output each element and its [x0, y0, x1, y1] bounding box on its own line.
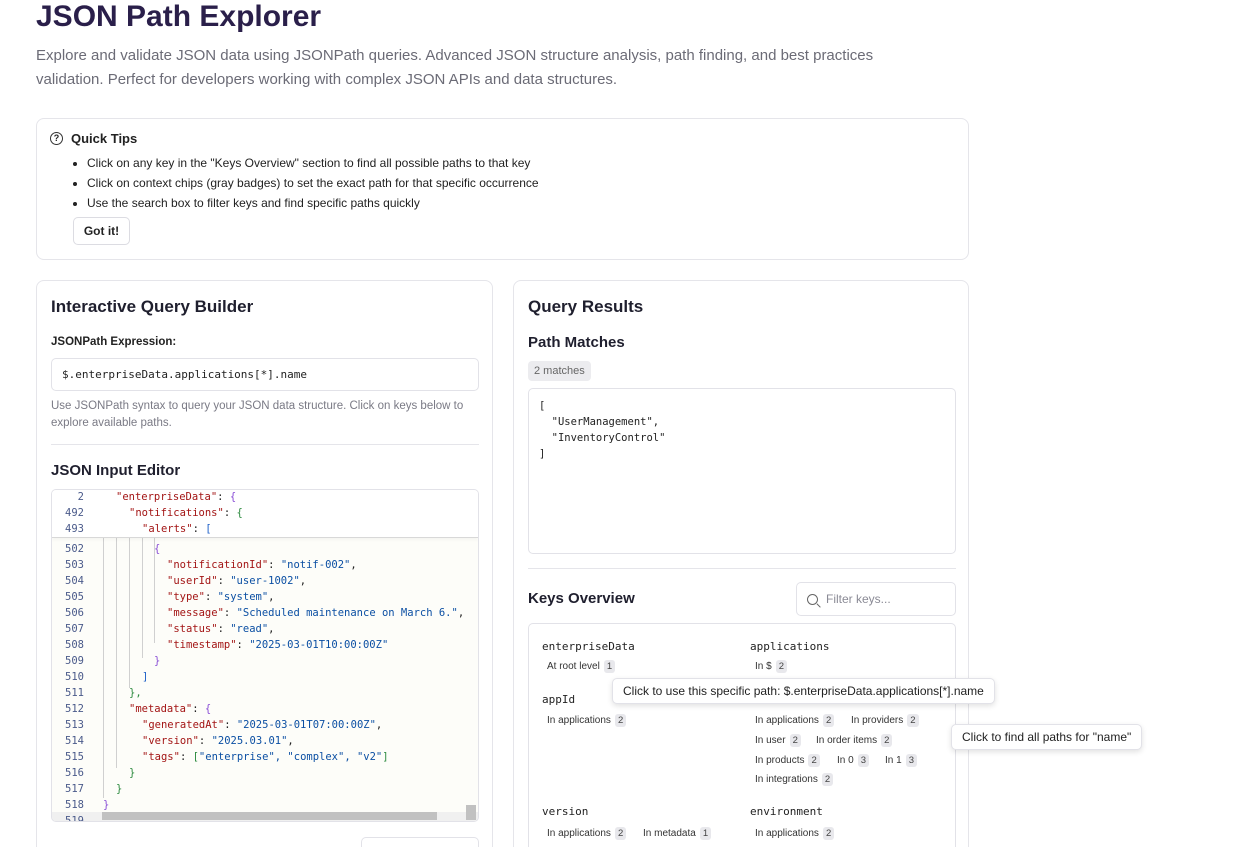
context-chip[interactable]: In $ 2	[750, 658, 792, 674]
matches-count-badge: 2 matches	[528, 361, 591, 381]
jsonpath-help-text: Use JSONPath syntax to query your JSON d…	[51, 400, 464, 429]
jsonpath-expression-label: JSONPath Expression:	[51, 336, 177, 348]
filter-keys-placeholder: Filter keys...	[826, 592, 891, 606]
jsonpath-expression-input[interactable]: $.enterpriseData.applications[*].name	[51, 358, 479, 391]
code-line: 510]	[65, 671, 149, 683]
json-code-editor[interactable]: 2 "enterpriseData": {492 "notifications": …	[51, 489, 479, 822]
context-chip[interactable]: In 0 3	[832, 752, 874, 768]
key-enterpriseData[interactable]: enterpriseData	[542, 640, 635, 653]
code-line: 504 "userId": "user-1002",	[65, 575, 307, 587]
json-input-editor-title: JSON Input Editor	[51, 462, 181, 479]
code-line: 509}	[65, 655, 161, 667]
editor-action-button[interactable]	[361, 837, 479, 847]
context-chip[interactable]: In 1 3	[880, 752, 922, 768]
query-builder-card: Interactive Query Builder JSONPath Expre…	[36, 280, 493, 847]
code-line-sticky: 493 "alerts": [	[52, 521, 478, 537]
key-appId[interactable]: appId	[542, 693, 575, 706]
code-line: 516}	[65, 767, 136, 779]
code-line: 518}	[65, 799, 110, 811]
query-builder-title: Interactive Query Builder	[51, 297, 254, 316]
quick-tips-panel: ? Quick Tips Click on any key in the "Ke…	[36, 118, 969, 260]
keys-overview-list: enterpriseData At root level 1 applicati…	[528, 623, 956, 847]
path-tooltip: Click to use this specific path: $.enter…	[612, 678, 995, 704]
code-line: 513 "generatedAt": "2025-03-01T07:00:00Z"…	[65, 719, 383, 731]
context-chip[interactable]: In products 2	[750, 752, 825, 768]
quick-tips-list: Click on any key in the "Keys Overview" …	[87, 153, 539, 213]
keys-overview-title: Keys Overview	[528, 590, 635, 607]
page-description: Explore and validate JSON data using JSO…	[36, 47, 874, 88]
context-chip[interactable]: In metadata 1	[638, 825, 717, 841]
query-results-card: Query Results Path Matches 2 matches [ "…	[513, 280, 969, 847]
tip-item: Click on context chips (gray badges) to …	[87, 173, 539, 193]
quick-tips-label: Quick Tips	[71, 131, 138, 146]
code-line: 514 "version": "2025.03.01",	[65, 735, 294, 747]
sticky-scroll-divider	[52, 537, 478, 538]
key-environment[interactable]: environment	[750, 805, 823, 818]
query-result-output: [ "UserManagement", "InventoryControl" ]	[528, 388, 956, 554]
code-line: 515 "tags": ["enterprise", "complex", "v2…	[65, 751, 389, 763]
code-line-sticky: 2 "enterpriseData": {	[52, 490, 478, 505]
tip-item: Click on any key in the "Keys Overview" …	[87, 153, 539, 173]
got-it-button[interactable]: Got it!	[73, 217, 130, 245]
code-line: 502{	[65, 543, 161, 555]
context-chip[interactable]: In integrations 2	[750, 771, 839, 787]
context-chip[interactable]: In applications 2	[750, 712, 840, 728]
help-circle-icon: ?	[50, 132, 63, 145]
code-line: 506 "message": "Scheduled maintenance on …	[65, 607, 465, 619]
page-title: JSON Path Explorer	[36, 0, 322, 33]
query-results-title: Query Results	[528, 297, 644, 316]
code-line: 505 "type": "system",	[65, 591, 275, 603]
code-line: 517}	[65, 783, 123, 795]
section-divider	[528, 568, 956, 569]
key-version[interactable]: version	[542, 805, 588, 818]
key-applications[interactable]: applications	[750, 640, 829, 653]
tip-item: Use the search box to filter keys and fi…	[87, 193, 539, 213]
section-divider	[51, 444, 479, 445]
context-chip[interactable]: At root level 1	[542, 658, 621, 674]
code-line: 511},	[65, 687, 142, 699]
context-chip[interactable]: In applications 2	[750, 825, 840, 841]
quick-tips-title: ? Quick Tips	[50, 131, 137, 146]
context-chip[interactable]: In providers 2	[846, 712, 924, 728]
context-chip[interactable]: In applications 2	[542, 825, 632, 841]
code-line: 519	[65, 815, 84, 822]
context-chip[interactable]: In user 2	[750, 732, 806, 748]
key-tooltip: Click to find all paths for "name"	[951, 724, 1143, 750]
filter-keys-input[interactable]: Filter keys...	[796, 582, 956, 616]
code-line: 512 "metadata": {	[65, 703, 212, 715]
search-icon	[807, 593, 818, 605]
path-matches-title: Path Matches	[528, 334, 625, 351]
context-chip[interactable]: In order items 2	[811, 732, 898, 748]
code-line: 503 "notificationId": "notif-002",	[65, 559, 357, 571]
code-line: 508 "timestamp": "2025-03-01T10:00:00Z"	[65, 639, 389, 651]
code-line-sticky: 492 "notifications": {	[52, 505, 478, 521]
code-line: 507 "status": "read",	[65, 623, 275, 635]
context-chip[interactable]: In applications 2	[542, 712, 632, 728]
